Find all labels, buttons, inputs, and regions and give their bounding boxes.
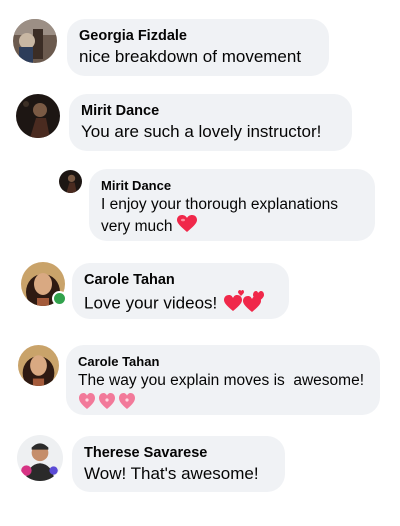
comment-bubble[interactable]: Carole Tahan The way you explain moves i…	[66, 345, 380, 415]
comment-bubble[interactable]: Georgia Fizdale nice breakdown of moveme…	[67, 19, 329, 76]
avatar[interactable]	[16, 94, 60, 138]
comment-author[interactable]: Mirit Dance	[101, 177, 363, 194]
online-status-indicator	[52, 291, 67, 306]
comment-author[interactable]: Carole Tahan	[78, 353, 368, 370]
comment-author[interactable]: Georgia Fizdale	[79, 27, 317, 46]
comment-author[interactable]: Therese Savarese	[84, 444, 273, 463]
comment-text-container: I enjoy your thorough explanations very …	[101, 194, 363, 239]
comment-bubble[interactable]: Carole Tahan Love your videos!	[72, 263, 289, 319]
comment-text-container: Love your videos!	[84, 290, 277, 318]
comment-bubble[interactable]: Mirit Dance I enjoy your thorough explan…	[89, 169, 375, 241]
comment-bubble[interactable]: Therese Savarese Wow! That's awesome!	[72, 436, 285, 492]
profile-photo-icon	[18, 345, 59, 386]
comment-bubble[interactable]: Mirit Dance You are such a lovely instru…	[69, 94, 352, 151]
comment-text: The way you explain moves is awesome!	[78, 372, 365, 389]
avatar[interactable]	[59, 170, 82, 193]
profile-photo-icon	[16, 94, 60, 138]
profile-photo-icon	[13, 19, 57, 63]
red-heart-icon	[176, 215, 197, 239]
comment-text: You are such a lovely instructor!	[81, 122, 322, 141]
avatar[interactable]	[17, 435, 63, 481]
sparkling-hearts-icon	[78, 392, 368, 415]
comment-text: I enjoy your thorough explanations very …	[101, 196, 343, 236]
profile-photo-icon	[59, 170, 82, 193]
profile-photo-icon	[17, 435, 63, 481]
comment-text: Love your videos!	[84, 293, 218, 313]
comment-text: nice breakdown of movement	[79, 47, 302, 66]
comment-author[interactable]: Mirit Dance	[81, 102, 340, 121]
avatar[interactable]	[13, 19, 57, 63]
comment-author[interactable]: Carole Tahan	[84, 271, 277, 290]
comment-text: Wow! That's awesome!	[84, 464, 259, 483]
avatar[interactable]	[18, 345, 59, 386]
two-hearts-icon	[222, 290, 264, 318]
